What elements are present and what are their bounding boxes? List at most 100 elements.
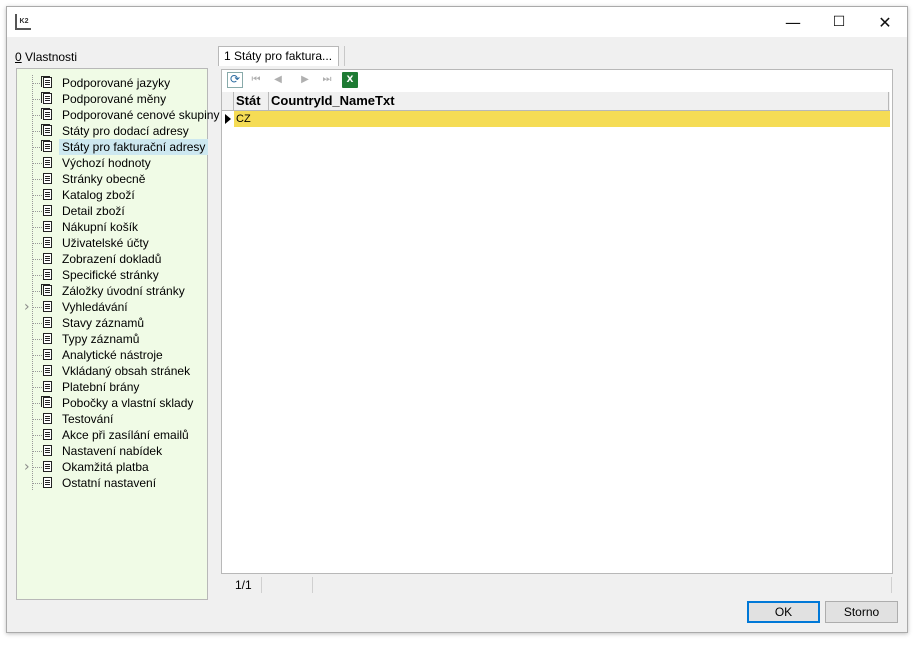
grid-panel: ⟳ ⏮ ◀ ▶ ⏭ X Stát CountryId_NameTxt CZ: [221, 69, 893, 574]
tree-connector-line: [33, 371, 43, 372]
tree-item[interactable]: Ostatní nastavení: [17, 475, 207, 491]
close-button[interactable]: ✕: [862, 7, 908, 37]
tree-item[interactable]: Katalog zboží: [17, 187, 207, 203]
tree-item[interactable]: Stránky obecně: [17, 171, 207, 187]
tree-item[interactable]: Uživatelské účty: [17, 235, 207, 251]
document-icon: [43, 413, 52, 424]
document-icon: [43, 221, 52, 232]
tree-item-label: Typy záznamů: [62, 332, 140, 346]
tree-item-label: Podporované jazyky: [62, 76, 171, 90]
tree-item[interactable]: Typy záznamů: [17, 331, 207, 347]
tree-item[interactable]: Platební brány: [17, 379, 207, 395]
tree-connector-line: [33, 339, 43, 340]
tree-item[interactable]: Stavy záznamů: [17, 315, 207, 331]
column-header-country-name[interactable]: CountryId_NameTxt: [269, 92, 889, 110]
tree-item-label: Zobrazení dokladů: [62, 252, 162, 266]
tree-item[interactable]: Záložky úvodní stránky: [17, 283, 207, 299]
maximize-button[interactable]: ☐: [816, 7, 862, 37]
tab-strip-divider: [344, 46, 345, 66]
cancel-button[interactable]: Storno: [825, 601, 898, 623]
tree-item-label: Stavy záznamů: [62, 316, 145, 330]
document-icon: [43, 381, 52, 392]
excel-export-icon[interactable]: X: [342, 72, 358, 88]
tree-item[interactable]: Státy pro dodací adresy: [17, 123, 207, 139]
document-icon: [43, 461, 52, 472]
cell-stat[interactable]: CZ: [234, 111, 269, 127]
previous-record-icon[interactable]: ◀: [270, 72, 286, 88]
tree-item[interactable]: Analytické nástroje: [17, 347, 207, 363]
tree-connector-line: [33, 195, 43, 196]
current-row-indicator-icon: [222, 111, 234, 127]
tree-connector-line: [33, 243, 43, 244]
tree-item-label: Pobočky a vlastní sklady: [62, 396, 194, 410]
tree-connector-line: [33, 435, 43, 436]
tree-item[interactable]: Podporované měny: [17, 91, 207, 107]
properties-label-mnemonic: 0: [15, 50, 22, 64]
next-record-icon[interactable]: ▶: [297, 72, 313, 88]
tree-item[interactable]: Výchozí hodnoty: [17, 155, 207, 171]
tree-item[interactable]: Specifické stránky: [17, 267, 207, 283]
tree-item-label: Nákupní košík: [62, 220, 139, 234]
status-separator: [261, 577, 262, 593]
multi-document-icon: [41, 76, 52, 88]
tree-item-label: Podporované měny: [62, 92, 167, 106]
table-row[interactable]: CZ: [222, 111, 890, 127]
tree-item-label: Uživatelské účty: [62, 236, 149, 250]
tree-item[interactable]: Testování: [17, 411, 207, 427]
tree-item[interactable]: Akce při zasílání emailů: [17, 427, 207, 443]
first-record-icon[interactable]: ⏮: [248, 72, 264, 88]
tab-statey-pro-fakturacni[interactable]: 1 Státy pro faktura...: [218, 46, 339, 66]
tree-item[interactable]: Zobrazení dokladů: [17, 251, 207, 267]
document-icon: [43, 237, 52, 248]
tree-item-label: Státy pro fakturační adresy: [59, 139, 209, 155]
tree-item[interactable]: Vkládaný obsah stránek: [17, 363, 207, 379]
tree-connector-line: [33, 227, 43, 228]
multi-document-icon: [41, 284, 52, 296]
tree-item-label: Vkládaný obsah stránek: [62, 364, 191, 378]
row-indicator-header: [222, 92, 234, 110]
properties-tree[interactable]: Podporované jazyky Podporované měny Podpor…: [16, 68, 219, 600]
tree-item[interactable]: Detail zboží: [17, 203, 207, 219]
multi-document-icon: [41, 124, 52, 136]
refresh-icon[interactable]: ⟳: [227, 72, 243, 88]
tree-item[interactable]: Nákupní košík: [17, 219, 207, 235]
grid-toolbar: ⟳ ⏮ ◀ ▶ ⏭ X: [222, 70, 892, 90]
ok-button[interactable]: OK: [747, 601, 820, 623]
status-separator: [312, 577, 313, 593]
tree-item[interactable]: Nastavení nabídek: [17, 443, 207, 459]
expand-chevron-icon[interactable]: ›: [24, 299, 30, 315]
tree-item[interactable]: › Okamžitá platba: [17, 459, 207, 475]
tree-connector-line: [33, 419, 43, 420]
tree-connector-line: [33, 467, 43, 468]
dialog-window: K2 — ☐ ✕ 0 Vlastnosti Podporované jazyky…: [6, 6, 908, 633]
tree-item-label: Testování: [62, 412, 114, 426]
column-header-stat[interactable]: Stát: [234, 92, 269, 110]
minimize-button[interactable]: —: [770, 7, 816, 37]
document-icon: [43, 157, 52, 168]
multi-document-icon: [41, 140, 52, 152]
tree-connector-line: [33, 323, 43, 324]
tree-item[interactable]: › Vyhledávání: [17, 299, 207, 315]
tree-item-label: Specifické stránky: [62, 268, 159, 282]
tree-item-label: Ostatní nastavení: [62, 476, 157, 490]
tree-item[interactable]: Státy pro fakturační adresy: [17, 139, 209, 155]
expand-chevron-icon[interactable]: ›: [24, 459, 30, 475]
app-logo-icon: K2: [15, 14, 31, 30]
document-icon: [43, 317, 52, 328]
document-icon: [43, 301, 52, 312]
tree-item-label: Státy pro dodací adresy: [62, 124, 189, 138]
tree-item-label: Analytické nástroje: [62, 348, 163, 362]
tree-item[interactable]: Pobočky a vlastní sklady: [17, 395, 207, 411]
document-icon: [43, 429, 52, 440]
tree-item-label: Podporované cenové skupiny: [62, 108, 220, 122]
tree-item[interactable]: Podporované jazyky: [17, 75, 207, 91]
tree-item[interactable]: Podporované cenové skupiny: [17, 107, 219, 123]
tree-connector-line: [33, 259, 43, 260]
status-separator: [891, 577, 892, 593]
document-icon: [43, 205, 52, 216]
tree-item-label: Akce při zasílání emailů: [62, 428, 189, 442]
title-bar[interactable]: K2 — ☐ ✕: [7, 7, 907, 37]
cell-country-name[interactable]: [269, 111, 889, 127]
document-icon: [43, 189, 52, 200]
last-record-icon[interactable]: ⏭: [319, 72, 335, 88]
